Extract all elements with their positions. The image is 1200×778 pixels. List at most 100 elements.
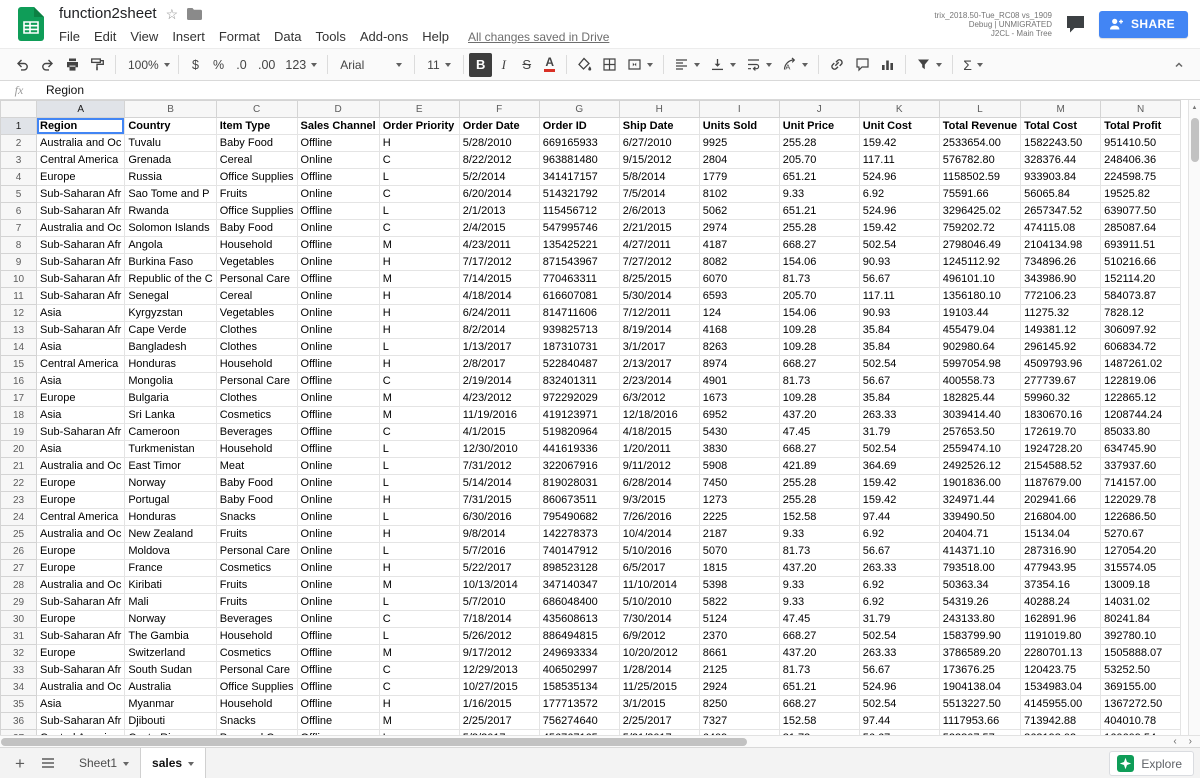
cell-F7[interactable]: 2/4/2015 bbox=[459, 220, 539, 237]
cell-D36[interactable]: Offline bbox=[297, 713, 379, 730]
cell-N23[interactable]: 122029.78 bbox=[1101, 492, 1181, 509]
cell-D16[interactable]: Offline bbox=[297, 373, 379, 390]
cell-K8[interactable]: 502.54 bbox=[859, 237, 939, 254]
vertical-scrollbar[interactable]: ▲ bbox=[1188, 100, 1200, 735]
cell-E16[interactable]: C bbox=[379, 373, 459, 390]
cell-G27[interactable]: 898523128 bbox=[539, 560, 619, 577]
cell-N17[interactable]: 122865.12 bbox=[1101, 390, 1181, 407]
cell-B30[interactable]: Norway bbox=[125, 611, 216, 628]
row-header-7[interactable]: 7 bbox=[1, 220, 37, 237]
cell-B3[interactable]: Grenada bbox=[125, 152, 216, 169]
row-header-3[interactable]: 3 bbox=[1, 152, 37, 169]
cell-L13[interactable]: 455479.04 bbox=[939, 322, 1020, 339]
cell-E26[interactable]: L bbox=[379, 543, 459, 560]
cell-L16[interactable]: 400558.73 bbox=[939, 373, 1020, 390]
cell-I33[interactable]: 2125 bbox=[699, 662, 779, 679]
row-header-23[interactable]: 23 bbox=[1, 492, 37, 509]
cell-D3[interactable]: Online bbox=[297, 152, 379, 169]
cell-M20[interactable]: 1924728.20 bbox=[1021, 441, 1101, 458]
cell-A9[interactable]: Sub-Saharan Afr bbox=[37, 254, 125, 271]
cell-H8[interactable]: 4/27/2011 bbox=[619, 237, 699, 254]
cell-I27[interactable]: 1815 bbox=[699, 560, 779, 577]
cell-M8[interactable]: 2104134.98 bbox=[1021, 237, 1101, 254]
cell-L10[interactable]: 496101.10 bbox=[939, 271, 1020, 288]
comments-button[interactable] bbox=[1066, 15, 1085, 33]
cell-D12[interactable]: Online bbox=[297, 305, 379, 322]
cell-G36[interactable]: 756274640 bbox=[539, 713, 619, 730]
cell-G20[interactable]: 441619336 bbox=[539, 441, 619, 458]
cell-E14[interactable]: L bbox=[379, 339, 459, 356]
cell-C33[interactable]: Personal Care bbox=[216, 662, 297, 679]
cell-K2[interactable]: 159.42 bbox=[859, 135, 939, 152]
cell-B28[interactable]: Kiribati bbox=[125, 577, 216, 594]
row-header-27[interactable]: 27 bbox=[1, 560, 37, 577]
cell-H33[interactable]: 1/28/2014 bbox=[619, 662, 699, 679]
cell-B23[interactable]: Portugal bbox=[125, 492, 216, 509]
cell-D21[interactable]: Online bbox=[297, 458, 379, 475]
cell-L12[interactable]: 19103.44 bbox=[939, 305, 1020, 322]
cell-H6[interactable]: 2/6/2013 bbox=[619, 203, 699, 220]
cell-A26[interactable]: Europe bbox=[37, 543, 125, 560]
cell-G29[interactable]: 686048400 bbox=[539, 594, 619, 611]
cell-L21[interactable]: 2492526.12 bbox=[939, 458, 1020, 475]
cell-G24[interactable]: 795490682 bbox=[539, 509, 619, 526]
cell-K20[interactable]: 502.54 bbox=[859, 441, 939, 458]
cell-F34[interactable]: 10/27/2015 bbox=[459, 679, 539, 696]
cell-E7[interactable]: C bbox=[379, 220, 459, 237]
column-header-E[interactable]: E bbox=[379, 101, 459, 118]
cell-F12[interactable]: 6/24/2011 bbox=[459, 305, 539, 322]
cell-G21[interactable]: 322067916 bbox=[539, 458, 619, 475]
cell-E36[interactable]: M bbox=[379, 713, 459, 730]
cell-I31[interactable]: 2370 bbox=[699, 628, 779, 645]
cell-F26[interactable]: 5/7/2016 bbox=[459, 543, 539, 560]
cell-N33[interactable]: 53252.50 bbox=[1101, 662, 1181, 679]
cell-M22[interactable]: 1187679.00 bbox=[1021, 475, 1101, 492]
cell-K3[interactable]: 117.11 bbox=[859, 152, 939, 169]
cell-I36[interactable]: 7327 bbox=[699, 713, 779, 730]
cell-E3[interactable]: C bbox=[379, 152, 459, 169]
cell-M35[interactable]: 4145955.00 bbox=[1021, 696, 1101, 713]
cell-E29[interactable]: L bbox=[379, 594, 459, 611]
cell-B26[interactable]: Moldova bbox=[125, 543, 216, 560]
cell-A7[interactable]: Australia and Oc bbox=[37, 220, 125, 237]
cell-D25[interactable]: Online bbox=[297, 526, 379, 543]
cell-F36[interactable]: 2/25/2017 bbox=[459, 713, 539, 730]
cell-E35[interactable]: H bbox=[379, 696, 459, 713]
cell-F32[interactable]: 9/17/2012 bbox=[459, 645, 539, 662]
cell-I15[interactable]: 8974 bbox=[699, 356, 779, 373]
cell-G7[interactable]: 547995746 bbox=[539, 220, 619, 237]
row-header-24[interactable]: 24 bbox=[1, 509, 37, 526]
cell-K21[interactable]: 364.69 bbox=[859, 458, 939, 475]
cell-G3[interactable]: 963881480 bbox=[539, 152, 619, 169]
cell-K6[interactable]: 524.96 bbox=[859, 203, 939, 220]
cell-D8[interactable]: Offline bbox=[297, 237, 379, 254]
cell-N34[interactable]: 369155.00 bbox=[1101, 679, 1181, 696]
cell-C27[interactable]: Cosmetics bbox=[216, 560, 297, 577]
cell-C26[interactable]: Personal Care bbox=[216, 543, 297, 560]
cell-M18[interactable]: 1830670.16 bbox=[1021, 407, 1101, 424]
cell-L1[interactable]: Total Revenue bbox=[939, 118, 1020, 135]
cell-J13[interactable]: 109.28 bbox=[779, 322, 859, 339]
merge-cells-button[interactable] bbox=[622, 53, 658, 77]
cell-E31[interactable]: L bbox=[379, 628, 459, 645]
format-percent-button[interactable]: % bbox=[207, 53, 230, 77]
cell-K25[interactable]: 6.92 bbox=[859, 526, 939, 543]
cell-L8[interactable]: 2798046.49 bbox=[939, 237, 1020, 254]
cell-A22[interactable]: Europe bbox=[37, 475, 125, 492]
cell-M23[interactable]: 202941.66 bbox=[1021, 492, 1101, 509]
cell-A6[interactable]: Sub-Saharan Afr bbox=[37, 203, 125, 220]
cell-H35[interactable]: 3/1/2015 bbox=[619, 696, 699, 713]
cell-L6[interactable]: 3296425.02 bbox=[939, 203, 1020, 220]
cell-E21[interactable]: L bbox=[379, 458, 459, 475]
cell-F9[interactable]: 7/17/2012 bbox=[459, 254, 539, 271]
cell-H18[interactable]: 12/18/2016 bbox=[619, 407, 699, 424]
cell-C30[interactable]: Beverages bbox=[216, 611, 297, 628]
cell-E5[interactable]: C bbox=[379, 186, 459, 203]
cell-F31[interactable]: 5/26/2012 bbox=[459, 628, 539, 645]
cell-C4[interactable]: Office Supplies bbox=[216, 169, 297, 186]
cell-L7[interactable]: 759202.72 bbox=[939, 220, 1020, 237]
cell-I8[interactable]: 4187 bbox=[699, 237, 779, 254]
cell-J14[interactable]: 109.28 bbox=[779, 339, 859, 356]
cell-A1[interactable]: Region bbox=[37, 118, 125, 135]
cell-M7[interactable]: 474115.08 bbox=[1021, 220, 1101, 237]
